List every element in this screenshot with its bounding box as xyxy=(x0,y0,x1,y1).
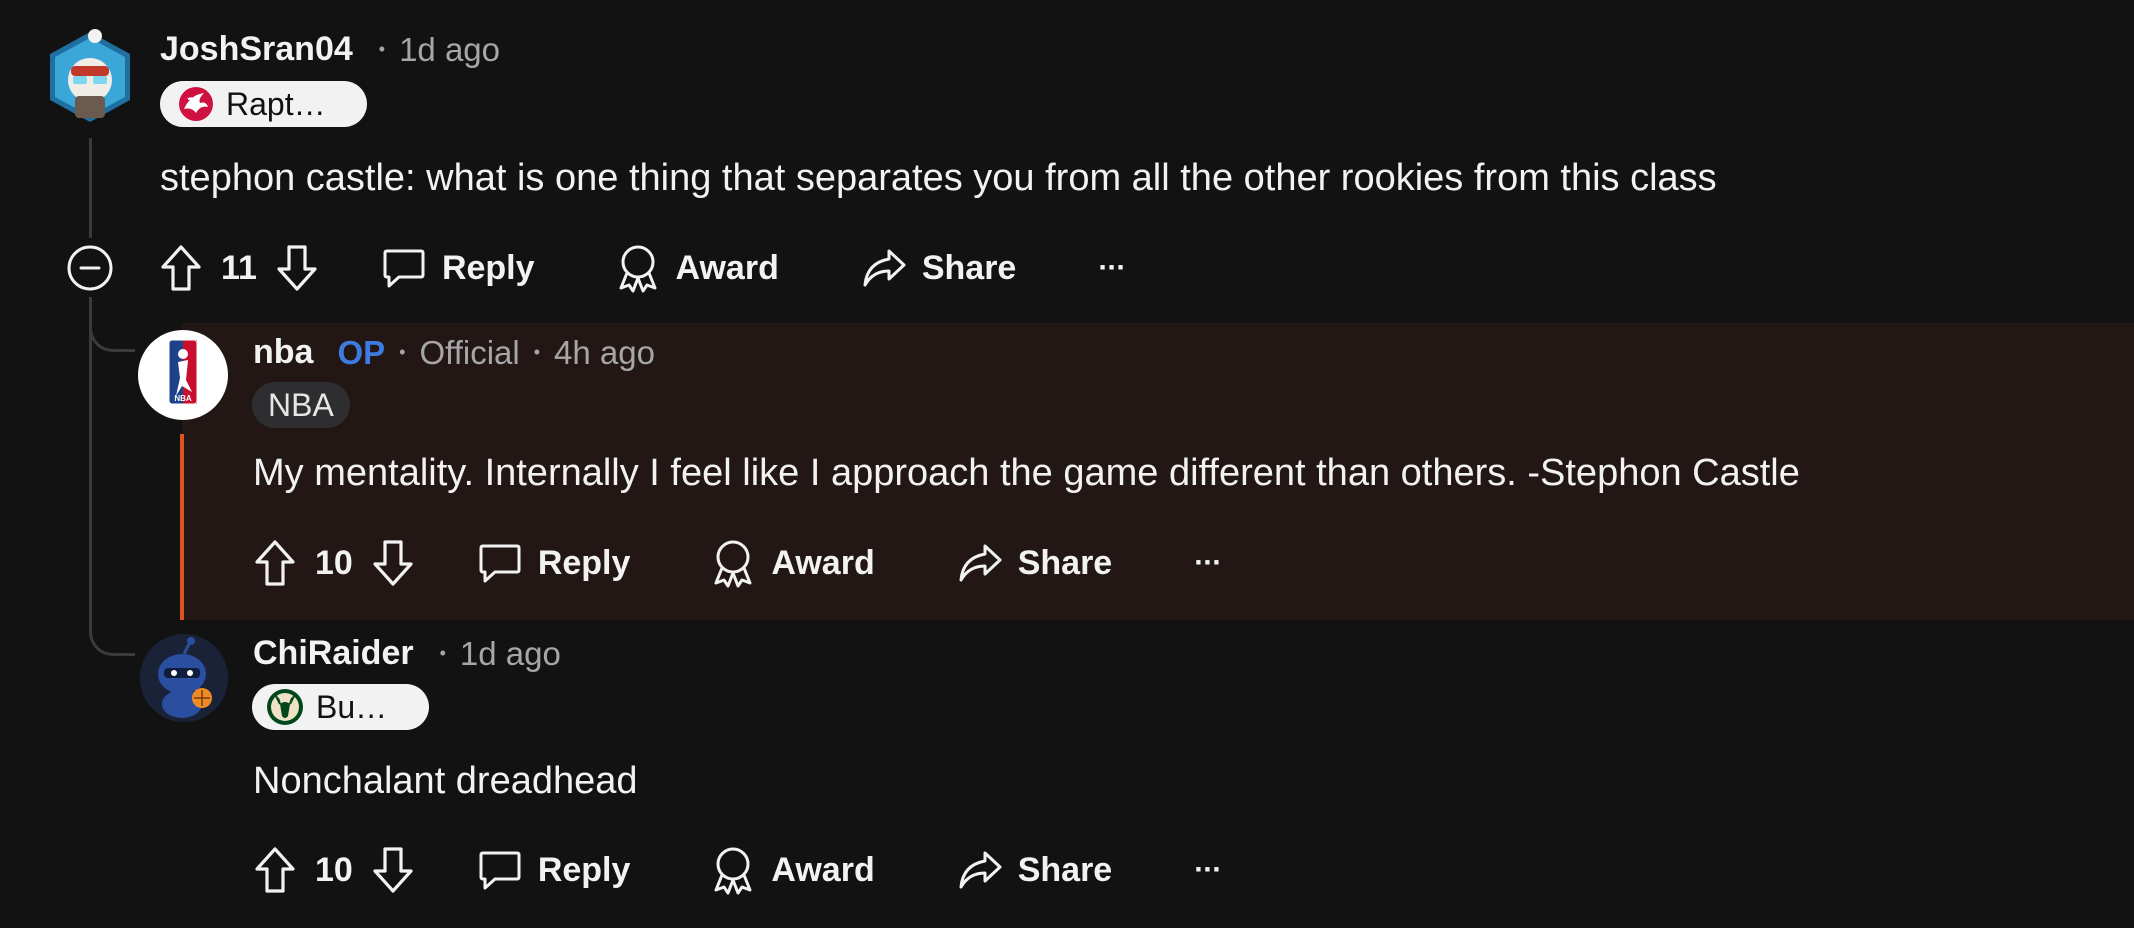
vote-count: 11 xyxy=(221,248,257,287)
award-icon xyxy=(714,847,752,895)
flair-text: NBA xyxy=(268,386,334,423)
comment-body: My mentality. Internally I feel like I a… xyxy=(253,452,1800,494)
raptors-logo-icon xyxy=(179,87,213,121)
svg-text:NBA: NBA xyxy=(174,394,192,403)
avatar[interactable] xyxy=(140,634,228,722)
upvote-arrow-icon xyxy=(255,540,295,586)
avatar[interactable]: NBA xyxy=(138,330,228,420)
award-icon xyxy=(619,245,657,293)
share-arrow-icon xyxy=(863,249,906,287)
reply-button[interactable]: Reply xyxy=(477,540,631,586)
op-highlight-bar xyxy=(180,434,184,620)
reply-button[interactable]: Reply xyxy=(477,847,631,893)
comment-actions: 10 Reply Award Share ··· xyxy=(253,840,1222,900)
reply-label: Reply xyxy=(441,248,535,287)
share-button[interactable]: Share xyxy=(957,542,1113,584)
thread-line-children xyxy=(89,297,92,627)
share-arrow-icon xyxy=(959,851,1002,889)
avatar[interactable] xyxy=(45,22,135,126)
timestamp[interactable]: 4h ago xyxy=(554,334,655,372)
comment-bubble-icon xyxy=(479,851,521,890)
award-label: Award xyxy=(771,543,875,582)
downvote-arrow-icon xyxy=(373,540,413,586)
award-icon xyxy=(714,540,752,588)
downvote-arrow-icon xyxy=(277,245,317,291)
more-options-button[interactable]: ··· xyxy=(1194,853,1222,887)
upvote-button[interactable] xyxy=(253,845,297,895)
thread-curve-chiraider xyxy=(89,610,135,656)
timestamp[interactable]: 1d ago xyxy=(460,635,561,673)
comment-actions: 10 Reply Award Share ··· xyxy=(253,533,1222,593)
award-label: Award xyxy=(675,248,779,287)
more-options-button[interactable]: ··· xyxy=(1098,251,1126,285)
upvote-button[interactable] xyxy=(253,538,297,588)
username[interactable]: ChiRaider xyxy=(253,634,414,673)
collapse-button[interactable] xyxy=(66,244,114,292)
share-label: Share xyxy=(1017,850,1113,889)
reply-label: Reply xyxy=(537,850,631,889)
share-arrow-icon xyxy=(959,544,1002,582)
thread-line-root xyxy=(89,138,92,238)
reply-button[interactable]: Reply xyxy=(381,245,535,291)
comment-bubble-icon xyxy=(383,249,425,288)
collapse-minus-icon xyxy=(67,245,113,291)
separator-dot: • xyxy=(439,643,446,663)
user-flair: NBA xyxy=(252,382,350,428)
thread-curve-nba xyxy=(89,310,135,352)
nba-logo-icon: NBA xyxy=(168,339,198,405)
downvote-button[interactable] xyxy=(371,538,415,588)
comment-actions: 11 Reply Award Share ··· xyxy=(66,238,1126,298)
downvote-button[interactable] xyxy=(371,845,415,895)
share-button[interactable]: Share xyxy=(861,247,1017,289)
bucks-logo-icon xyxy=(267,689,303,725)
upvote-arrow-icon xyxy=(255,847,295,893)
upvote-button[interactable] xyxy=(159,243,203,293)
vote-count: 10 xyxy=(315,850,353,889)
comment-body: stephon castle: what is one thing that s… xyxy=(160,157,1717,199)
vote-count: 10 xyxy=(315,543,353,582)
snoo-avatar-icon xyxy=(140,634,228,722)
separator-dot: • xyxy=(533,342,541,362)
username[interactable]: nba xyxy=(253,333,313,372)
downvote-arrow-icon xyxy=(373,847,413,893)
flair-text: Rapt… xyxy=(226,85,326,122)
user-flair: Rapt… xyxy=(160,81,367,127)
snoo-avatar-icon xyxy=(50,29,130,122)
separator-dot: • xyxy=(378,39,386,59)
user-flair: Bu… xyxy=(252,684,429,730)
downvote-button[interactable] xyxy=(275,243,319,293)
award-button[interactable]: Award xyxy=(710,537,875,589)
award-button[interactable]: Award xyxy=(710,844,875,896)
official-badge: Official xyxy=(419,333,520,371)
separator-dot: • xyxy=(399,342,406,362)
timestamp[interactable]: 1d ago xyxy=(399,31,500,69)
username[interactable]: JoshSran04 xyxy=(160,30,353,69)
upvote-arrow-icon xyxy=(161,245,201,291)
op-badge: OP xyxy=(337,333,386,371)
award-label: Award xyxy=(771,850,875,889)
share-button[interactable]: Share xyxy=(957,849,1113,891)
comment-bubble-icon xyxy=(479,544,521,583)
comment-body: Nonchalant dreadhead xyxy=(253,760,638,802)
flair-text: Bu… xyxy=(316,688,388,725)
reply-label: Reply xyxy=(537,543,631,582)
award-button[interactable]: Award xyxy=(615,242,779,294)
more-options-button[interactable]: ··· xyxy=(1194,546,1222,580)
share-label: Share xyxy=(921,248,1017,287)
share-label: Share xyxy=(1017,543,1113,582)
